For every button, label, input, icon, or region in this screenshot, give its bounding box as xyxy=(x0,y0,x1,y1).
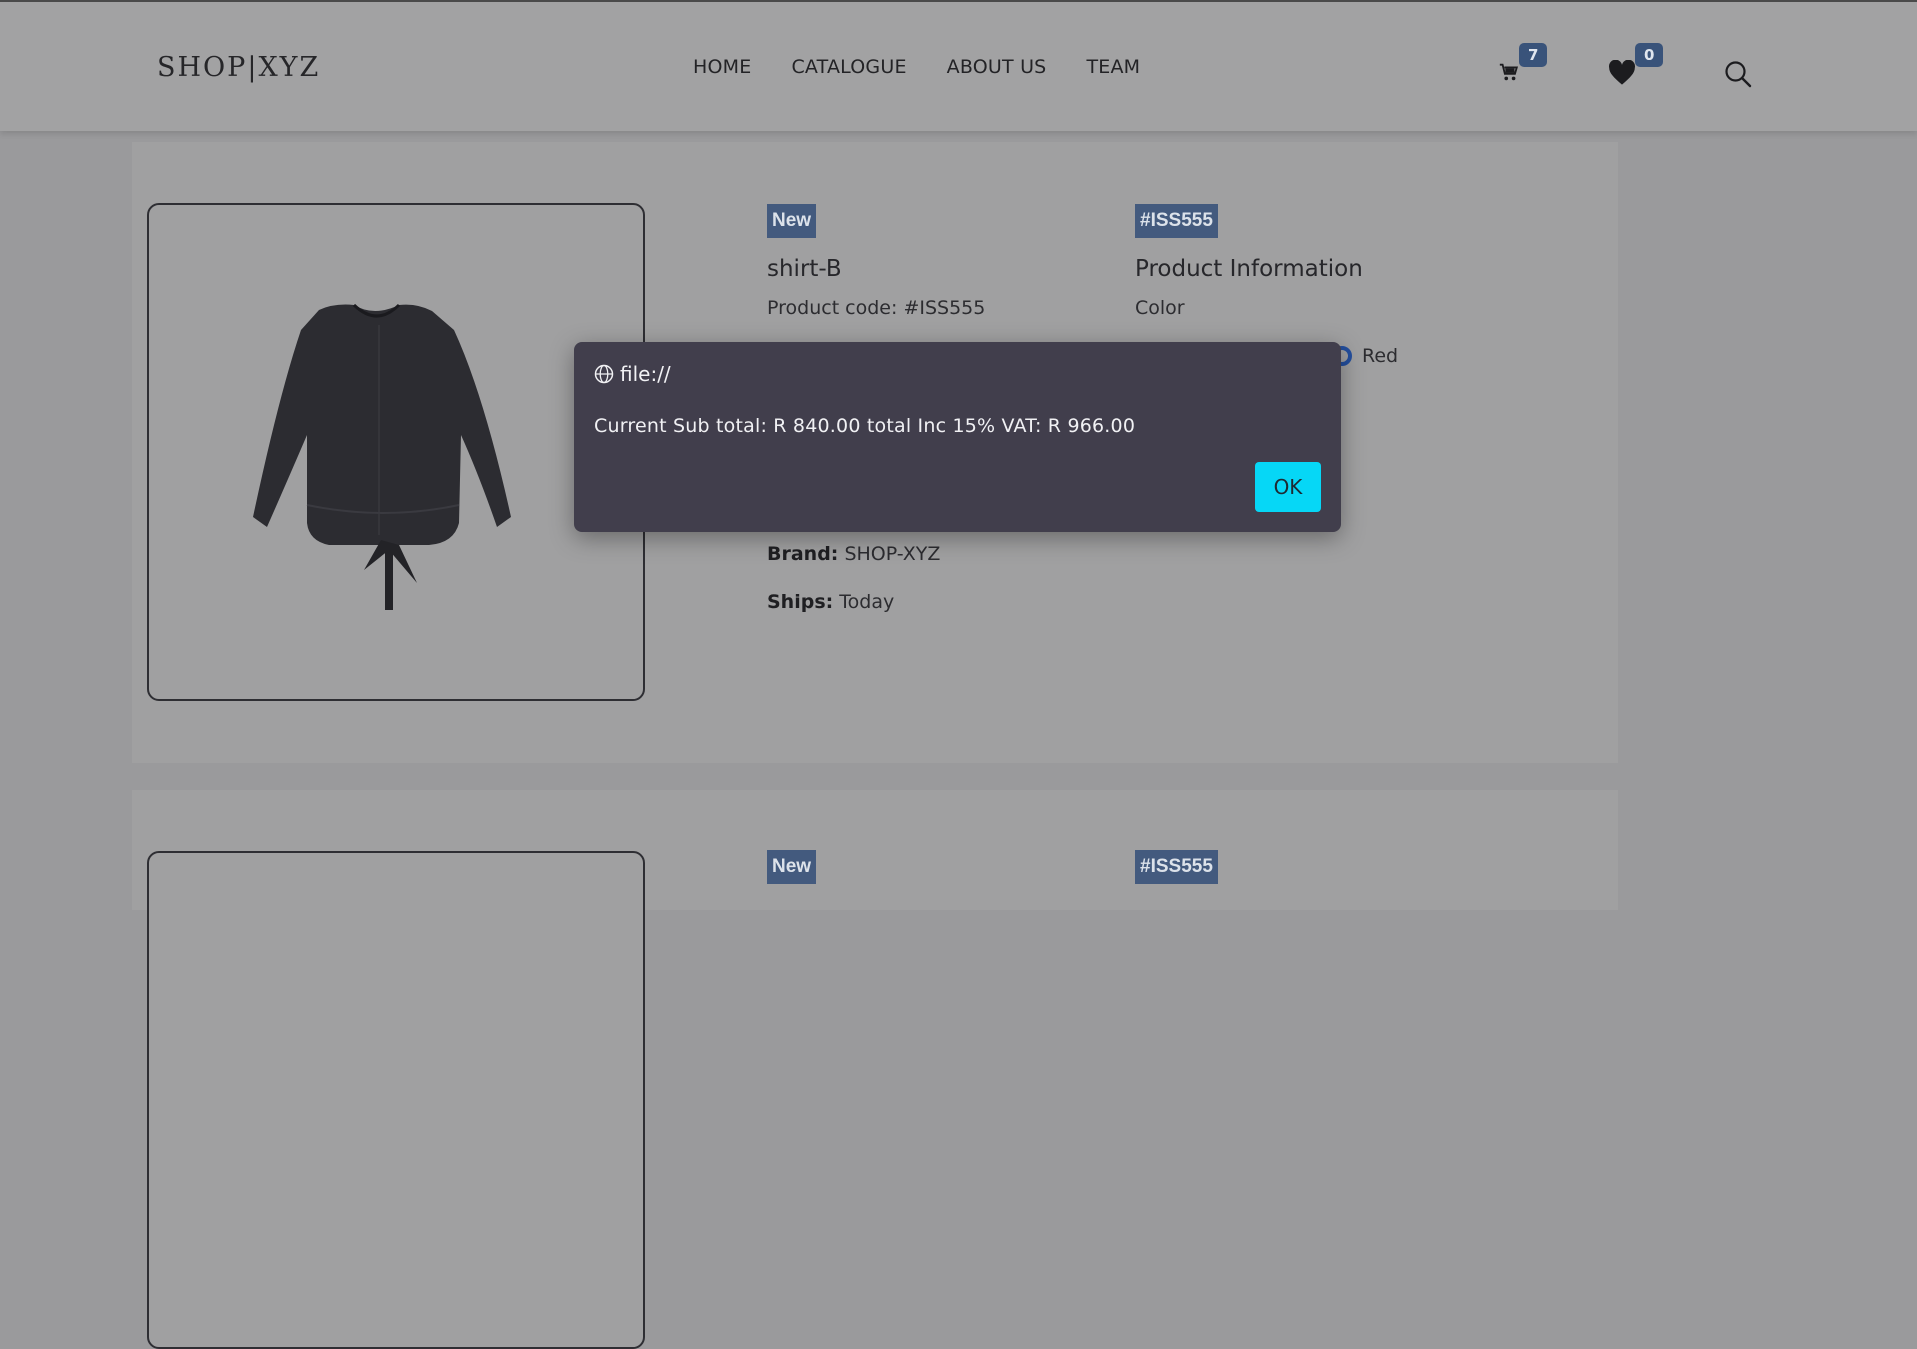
product-code-badge: #ISS555 xyxy=(1135,850,1218,884)
color-option-label: Red xyxy=(1362,345,1399,367)
brand-row: Brand: SHOP-XYZ xyxy=(767,543,940,565)
brand-label: Brand: xyxy=(767,543,839,565)
dialog-header: file:// xyxy=(594,362,671,386)
wishlist-button[interactable]: 0 xyxy=(1608,43,1664,90)
nav-catalogue[interactable]: CATALOGUE xyxy=(791,56,906,78)
cart-count-badge: 7 xyxy=(1519,43,1548,67)
alert-dialog: file:// Current Sub total: R 840.00 tota… xyxy=(574,342,1341,532)
site-logo[interactable]: SHOP|XYZ xyxy=(157,52,320,83)
product-title: shirt-B xyxy=(767,256,842,282)
product-info-heading: Product Information xyxy=(1135,256,1363,282)
nav-about-us[interactable]: ABOUT US xyxy=(947,56,1047,78)
ships-value: Today xyxy=(839,591,895,613)
dialog-origin: file:// xyxy=(620,362,671,386)
product-card: New #ISS555 xyxy=(132,790,1618,1349)
ok-button[interactable]: OK xyxy=(1255,462,1321,512)
color-label: Color xyxy=(1135,297,1185,319)
search-button[interactable] xyxy=(1724,60,1752,92)
heart-icon xyxy=(1609,59,1635,85)
color-option-red[interactable]: Red xyxy=(1332,345,1398,367)
brand-value: SHOP-XYZ xyxy=(844,543,941,565)
dialog-message: Current Sub total: R 840.00 total Inc 15… xyxy=(594,415,1136,437)
product-image-frame[interactable] xyxy=(147,203,645,701)
cart-button[interactable]: 7 xyxy=(1498,43,1548,87)
search-icon xyxy=(1725,61,1752,88)
product-image xyxy=(253,303,511,610)
globe-icon xyxy=(594,364,614,384)
product-code-text: Product code: #ISS555 xyxy=(767,297,986,319)
wishlist-count-badge: 0 xyxy=(1635,43,1664,67)
new-badge: New xyxy=(767,204,817,238)
ships-row: Ships: Today xyxy=(767,591,894,613)
new-badge: New xyxy=(767,850,817,884)
nav-team[interactable]: TEAM xyxy=(1086,56,1140,78)
site-header: SHOP|XYZ HOME CATALOGUE ABOUT US TEAM 7 … xyxy=(0,0,1917,131)
main-nav: HOME CATALOGUE ABOUT US TEAM xyxy=(693,56,1180,78)
product-code-badge: #ISS555 xyxy=(1135,204,1218,238)
nav-home[interactable]: HOME xyxy=(693,56,751,78)
ships-label: Ships: xyxy=(767,591,834,613)
product-image-frame[interactable] xyxy=(147,851,645,1349)
cart-icon xyxy=(1499,63,1519,81)
